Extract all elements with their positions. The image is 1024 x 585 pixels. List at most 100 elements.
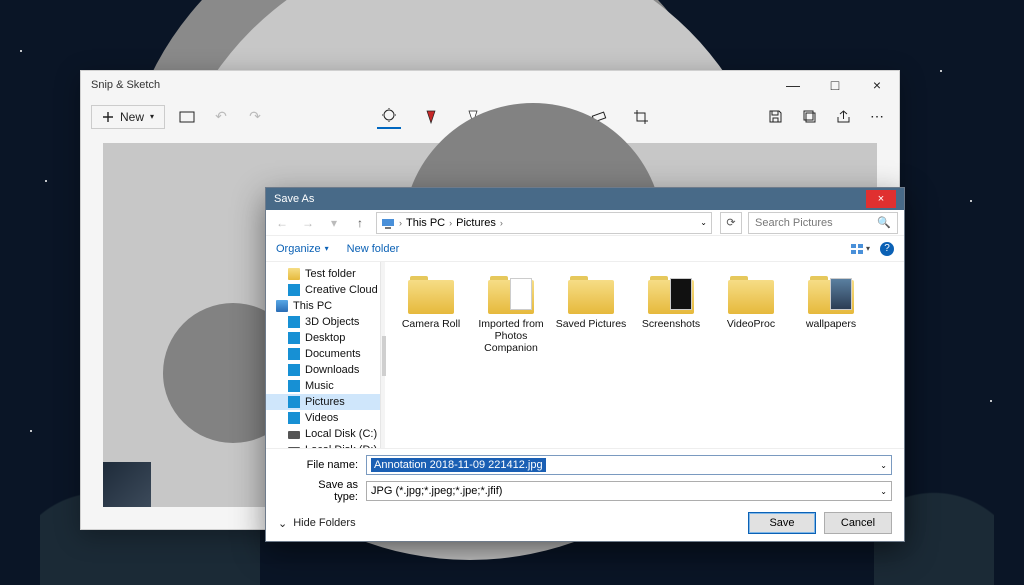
breadcrumb[interactable]: › This PC › Pictures › ⌄ [376, 212, 712, 234]
search-input[interactable]: Search Pictures 🔍 [748, 212, 898, 234]
star [45, 180, 47, 182]
chevron-down-icon[interactable]: ⌄ [880, 461, 887, 470]
items-view[interactable]: Camera Roll Imported from Photos Companio… [381, 262, 904, 448]
command-bar: Organize▾ New folder ▾ ? [266, 236, 904, 262]
snip-title: Snip & Sketch [91, 79, 160, 91]
crumb-this-pc[interactable]: This PC [406, 217, 445, 229]
save-as-dialog: Save As × ← → ▾ ↑ › This PC › Pictures ›… [265, 187, 905, 542]
tree-item[interactable]: Local Disk (C:) [266, 426, 380, 442]
view-icon [850, 243, 864, 255]
redo-button[interactable]: ↷ [243, 105, 267, 129]
star [970, 200, 972, 202]
new-snip-button[interactable]: New ▾ [91, 105, 165, 129]
fullscreen-icon[interactable] [175, 105, 199, 129]
dialog-close-button[interactable]: × [866, 190, 896, 208]
crop-tool[interactable] [629, 105, 653, 129]
address-dropdown-icon[interactable]: ⌄ [700, 218, 707, 227]
tree-item[interactable]: 3D Objects [266, 314, 380, 330]
window-maximize[interactable]: □ [823, 73, 847, 97]
share-button[interactable] [831, 105, 855, 129]
chevron-down-icon[interactable]: ⌄ [880, 487, 887, 496]
folder-icon [408, 276, 454, 314]
scrollbar-thumb[interactable] [382, 336, 386, 376]
canvas-shape [103, 462, 151, 507]
folder-icon [288, 380, 300, 392]
folder-label: Screenshots [642, 318, 700, 330]
new-folder-button[interactable]: New folder [347, 243, 400, 255]
nav-back-button[interactable]: ← [272, 213, 292, 233]
save-button[interactable] [763, 105, 787, 129]
tree-item[interactable]: This PC [266, 298, 380, 314]
folder-icon [288, 332, 300, 344]
tree-item[interactable]: Music [266, 378, 380, 394]
folder-icon [288, 316, 300, 328]
filetype-label: Save as type: [296, 479, 366, 503]
folder-label: Saved Pictures [556, 318, 627, 330]
nav-up-button[interactable]: ↑ [350, 213, 370, 233]
folder-label: Imported from Photos Companion [473, 318, 549, 354]
filetype-select[interactable]: JPG (*.jpg;*.jpeg;*.jpe;*.jfif) ⌄ [366, 481, 892, 501]
chevron-down-icon: ▾ [150, 112, 154, 121]
dialog-footer: ⌄ Hide Folders Save Cancel [266, 505, 904, 541]
tree-item[interactable]: Documents [266, 346, 380, 362]
more-button[interactable]: ⋯ [865, 105, 889, 129]
chevron-down-icon: ▾ [866, 244, 870, 253]
tree-item[interactable]: Test folder [266, 266, 380, 282]
folder-item[interactable]: Imported from Photos Companion [471, 272, 551, 358]
snip-titlebar[interactable]: Snip & Sketch — □ × [81, 71, 899, 99]
tree-item-label: Desktop [305, 332, 345, 344]
organize-menu[interactable]: Organize▾ [276, 243, 329, 255]
new-label: New [120, 110, 144, 124]
window-minimize[interactable]: — [781, 73, 805, 97]
navigation-tree[interactable]: Test folder Creative Cloud FilThis PC 3D O… [266, 262, 381, 448]
filename-fields: File name: Annotation 2018-11-09 221412.… [266, 448, 904, 505]
refresh-button[interactable]: ⟳ [720, 212, 742, 234]
filename-input[interactable]: Annotation 2018-11-09 221412.jpg ⌄ [366, 455, 892, 475]
folder-item[interactable]: Saved Pictures [551, 272, 631, 358]
dialog-title: Save As [274, 193, 314, 205]
dialog-titlebar[interactable]: Save As × [266, 188, 904, 210]
undo-button[interactable]: ↶ [209, 105, 233, 129]
star [940, 70, 942, 72]
folder-item[interactable]: Camera Roll [391, 272, 471, 358]
tree-item-label: Pictures [305, 396, 345, 408]
folder-icon [728, 276, 774, 314]
tree-item[interactable]: Downloads [266, 362, 380, 378]
tree-item[interactable]: Creative Cloud Fil [266, 282, 380, 298]
help-button[interactable]: ? [880, 242, 894, 256]
copy-button[interactable] [797, 105, 821, 129]
folder-label: Camera Roll [402, 318, 460, 330]
folder-item[interactable]: wallpapers [791, 272, 871, 358]
tree-item[interactable]: Desktop [266, 330, 380, 346]
filename-label: File name: [296, 459, 366, 471]
hide-folders-toggle[interactable]: ⌄ Hide Folders [278, 517, 356, 530]
folder-item[interactable]: Screenshots [631, 272, 711, 358]
thumbnail [510, 278, 532, 310]
touch-writing-tool[interactable] [377, 105, 401, 129]
tree-item[interactable]: Pictures [266, 394, 380, 410]
folder-icon [288, 396, 300, 408]
save-confirm-button[interactable]: Save [748, 512, 816, 534]
crumb-pictures[interactable]: Pictures [456, 217, 496, 229]
tree-item-label: Documents [305, 348, 361, 360]
tree-item-label: 3D Objects [305, 316, 359, 328]
chevron-down-icon: ▾ [325, 244, 329, 253]
tree-item[interactable]: Videos [266, 410, 380, 426]
cancel-button[interactable]: Cancel [824, 512, 892, 534]
search-placeholder: Search Pictures [755, 217, 833, 229]
folder-item[interactable]: VideoProc [711, 272, 791, 358]
star [990, 400, 992, 402]
ballpoint-pen-tool[interactable] [419, 105, 443, 129]
folder-icon [288, 268, 300, 280]
nav-recent-dropdown[interactable]: ▾ [324, 213, 344, 233]
nav-forward-button[interactable]: → [298, 213, 318, 233]
tree-item-label: Local Disk (C:) [305, 428, 377, 440]
tree-item-label: Test folder [305, 268, 356, 280]
dialog-body: Test folder Creative Cloud FilThis PC 3D O… [266, 262, 904, 448]
folder-icon [288, 364, 300, 376]
window-close[interactable]: × [865, 73, 889, 97]
view-options-button[interactable]: ▾ [850, 243, 870, 255]
folder-icon [276, 300, 288, 312]
folder-icon [288, 412, 300, 424]
folder-icon [488, 276, 534, 314]
